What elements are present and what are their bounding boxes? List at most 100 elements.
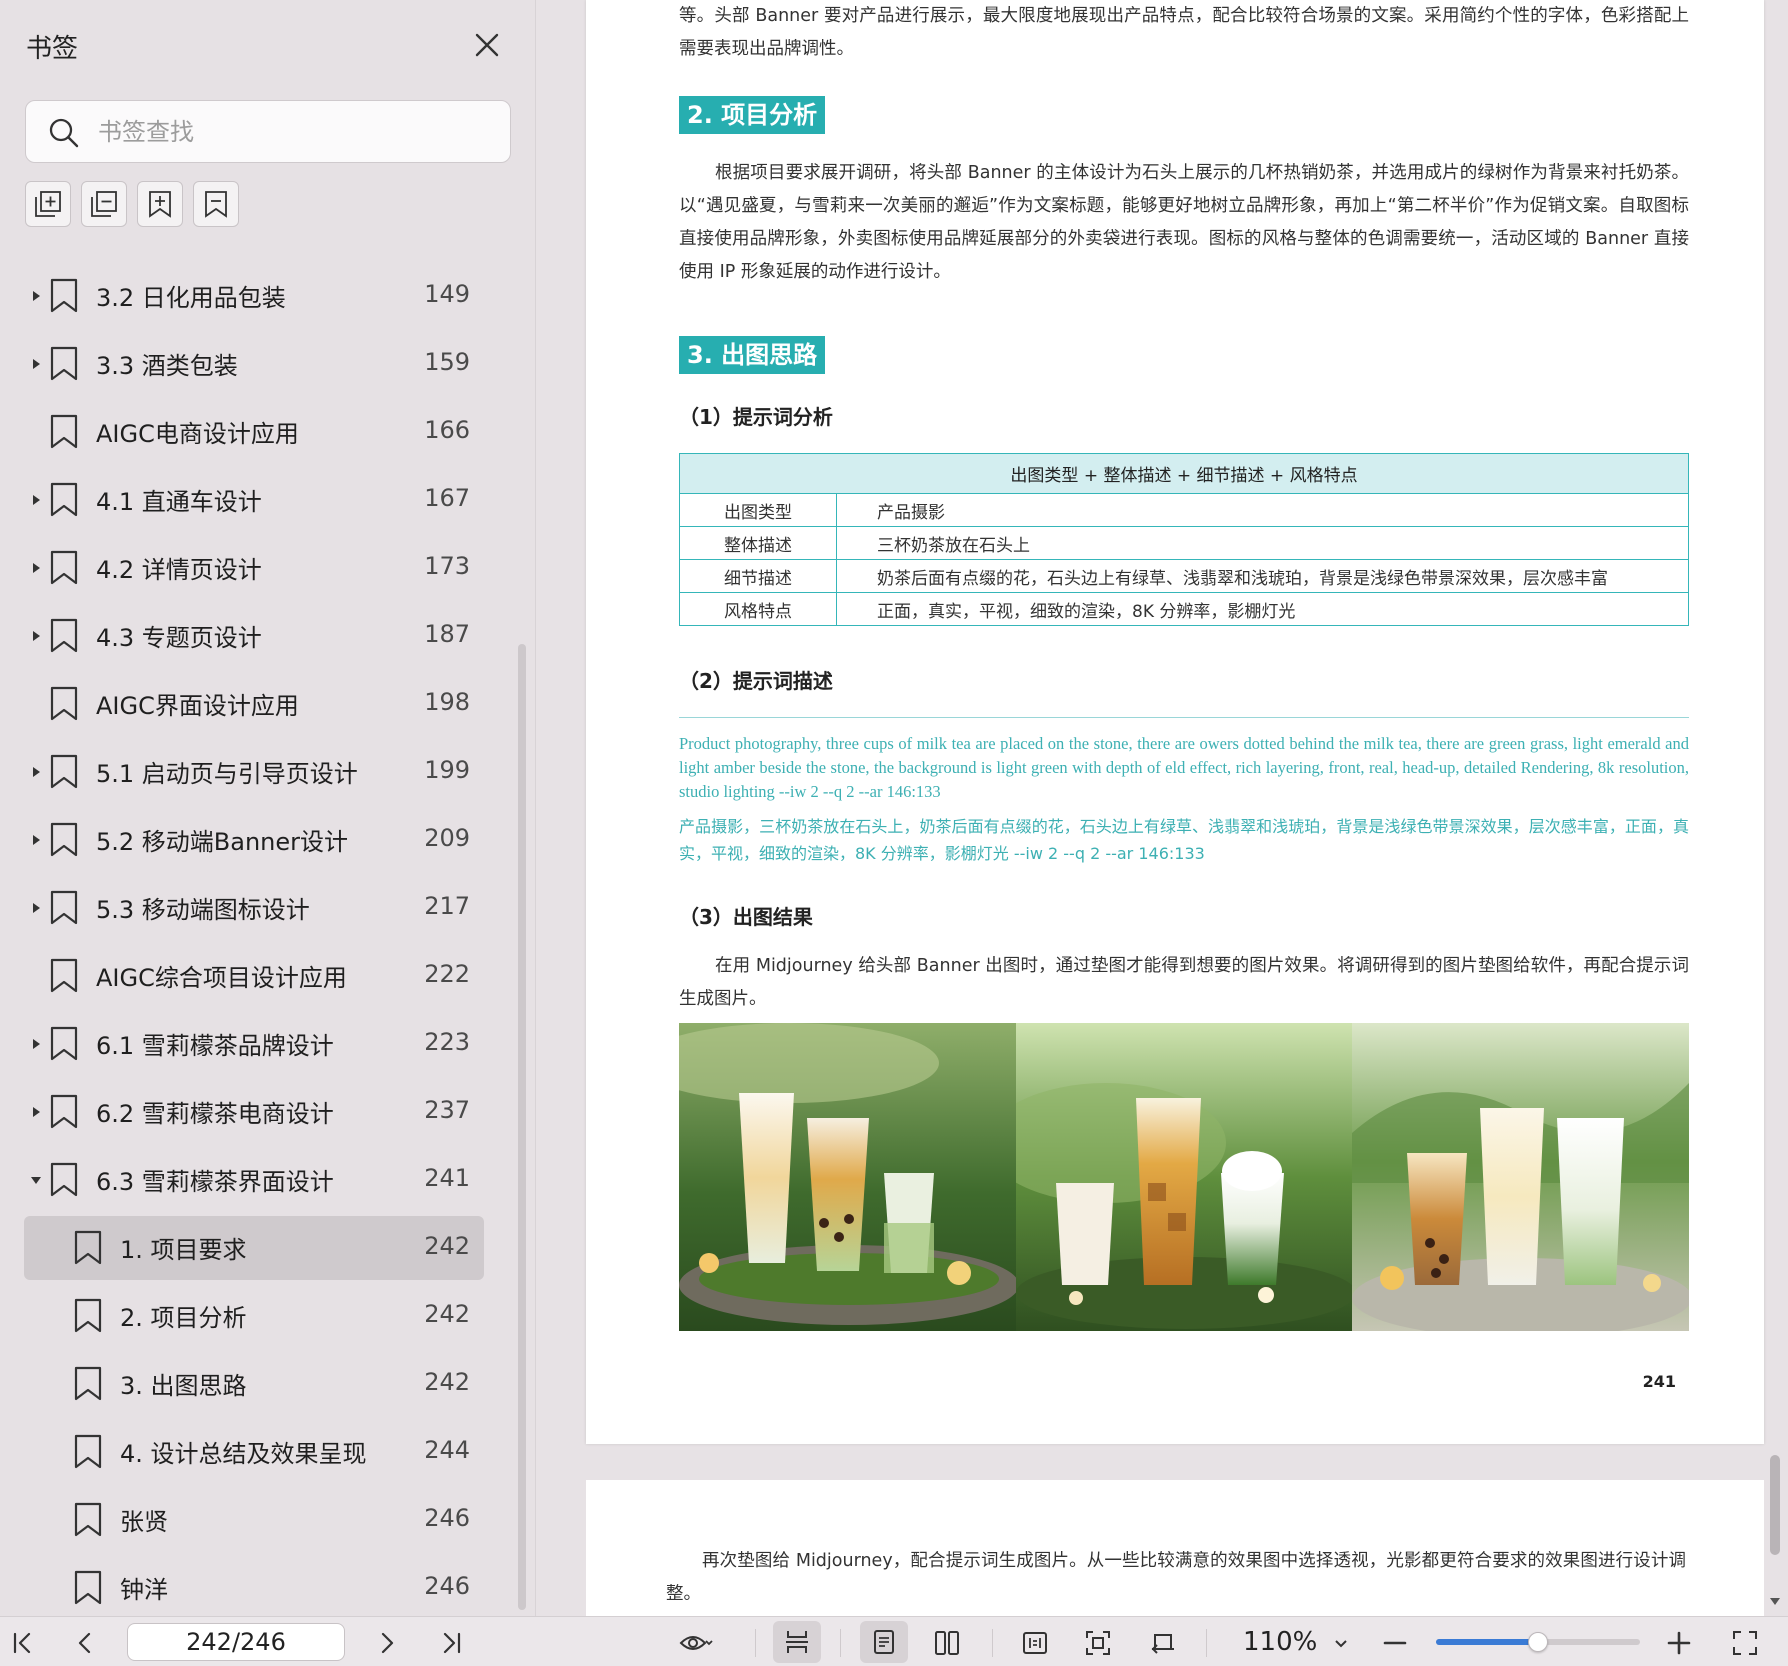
table-value-cell: 奶茶后面有点缀的花，石头边上有绿草、浅翡翠和浅琥珀，背景是浅绿色带景深效果，层次… — [836, 559, 1689, 593]
bookmark-search-box — [25, 100, 511, 163]
rotate-icon — [1151, 1634, 1174, 1654]
bookmark-item[interactable]: AIGC电商设计应用 166 — [0, 400, 510, 468]
first-page-button[interactable] — [6, 1626, 40, 1660]
caret-right-icon[interactable] — [29, 1104, 43, 1118]
caret-right-icon[interactable] — [29, 1036, 43, 1050]
last-page-button[interactable] — [434, 1626, 468, 1660]
bookmark-item[interactable]: 钟洋 246 — [0, 1556, 510, 1624]
next-page-paragraph: 再次垫图给 Midjourney，配合提示词生成图片。从一些比较满意的效果图中选… — [666, 1551, 1686, 1604]
previous-page-button[interactable] — [68, 1626, 102, 1660]
page-number-input[interactable] — [127, 1623, 345, 1661]
sidebar-title: 书签 — [26, 34, 79, 64]
bookmark-label: 6.1 雪莉檬茶品牌设计 — [96, 1032, 334, 1060]
result-images — [679, 1023, 1690, 1331]
zoom-slider[interactable] — [1436, 1632, 1640, 1652]
document-page-next: 再次垫图给 Midjourney，配合提示词生成图片。从一些比较满意的效果图中选… — [586, 1480, 1764, 1616]
bookmark-item[interactable]: AIGC综合项目设计应用 222 — [0, 944, 510, 1012]
table-value-cell: 正面，真实，平视，细致的渲染，8K 分辨率，影棚灯光 — [836, 592, 1689, 626]
caret-right-icon[interactable] — [29, 560, 43, 574]
single-page-button[interactable] — [860, 1621, 908, 1663]
bookmark-item[interactable]: AIGC界面设计应用 198 — [0, 672, 510, 740]
bookmark-page-number: 223 — [424, 1028, 470, 1056]
caret-right-icon[interactable] — [29, 492, 43, 506]
collapse-all-button[interactable] — [81, 181, 127, 227]
zoom-dropdown-button[interactable] — [1324, 1626, 1358, 1660]
sidebar-scrollbar[interactable] — [518, 644, 526, 1610]
bookmark-search-input[interactable] — [98, 111, 498, 153]
bookmark-item[interactable]: 5.2 移动端Banner设计 209 — [0, 808, 510, 876]
results-paragraph: 在用 Midjourney 给头部 Banner 出图时，通过垫图才能得到想要的… — [679, 956, 1689, 1009]
zoom-level[interactable]: 110% — [1243, 1627, 1317, 1657]
expand-all-button[interactable] — [25, 181, 71, 227]
bookmark-page-number: 209 — [424, 824, 470, 852]
bookmark-item[interactable]: 4.3 专题页设计 187 — [0, 604, 510, 672]
bookmark-label: 3.2 日化用品包装 — [96, 284, 286, 312]
bookmark-item[interactable]: 3.2 日化用品包装 149 — [0, 264, 510, 332]
zoom-in-button[interactable] — [1662, 1626, 1696, 1660]
fit-width-button[interactable] — [1018, 1626, 1052, 1660]
bookmark-item[interactable]: 4.1 直通车设计 167 — [0, 468, 510, 536]
fullscreen-button[interactable] — [1728, 1626, 1762, 1660]
bookmark-page-number: 246 — [424, 1572, 470, 1600]
bookmark-item[interactable]: 3.3 酒类包装 159 — [0, 332, 510, 400]
bookmark-item[interactable]: 4. 设计总结及效果呈现 244 — [0, 1420, 510, 1488]
table-value-cell: 产品摄影 — [836, 493, 1689, 527]
table-key-cell: 细节描述 — [679, 559, 837, 593]
scroll-down-arrow-icon[interactable] — [1769, 1592, 1781, 1605]
fit-page-button[interactable] — [1081, 1626, 1115, 1660]
bookmark-page-number: 199 — [424, 756, 470, 784]
rotate-button[interactable] — [1146, 1626, 1180, 1660]
caret-down-icon[interactable] — [29, 1172, 43, 1186]
bookmark-item[interactable]: 张贤 246 — [0, 1488, 510, 1556]
bookmark-item[interactable]: 5.1 启动页与引导页设计 199 — [0, 740, 510, 808]
caret-right-icon[interactable] — [29, 628, 43, 642]
prompt-analysis-table: 出图类型 + 整体描述 + 细节描述 + 风格特点 出图类型 产品摄影 整体描述 三杯… — [679, 453, 1689, 626]
bookmark-item[interactable]: 1. 项目要求 242 — [0, 1216, 510, 1284]
bookmark-icon — [73, 1298, 103, 1334]
next-page-button[interactable] — [370, 1626, 404, 1660]
bookmark-icon — [49, 550, 79, 586]
bookmark-label: 5.3 移动端图标设计 — [96, 896, 310, 924]
bookmark-icon — [49, 1026, 79, 1062]
close-icon[interactable] — [470, 28, 504, 62]
bookmark-item[interactable]: 6.3 雪莉檬茶界面设计 241 — [0, 1148, 510, 1216]
bookmark-icon — [49, 754, 79, 790]
divider — [679, 717, 1689, 718]
bookmark-item[interactable]: 5.3 移动端图标设计 217 — [0, 876, 510, 944]
bookmark-add-icon — [149, 191, 171, 218]
bookmark-item[interactable]: 3. 出图思路 242 — [0, 1352, 510, 1420]
caret-right-icon[interactable] — [29, 832, 43, 846]
add-bookmark-button[interactable] — [137, 181, 183, 227]
remove-bookmark-button[interactable] — [193, 181, 239, 227]
bookmark-label: AIGC综合项目设计应用 — [96, 964, 347, 992]
two-page-button[interactable] — [930, 1626, 964, 1660]
bookmark-page-number: 159 — [424, 348, 470, 376]
document-scrollbar[interactable] — [1770, 1455, 1780, 1555]
bookmark-tools — [25, 181, 239, 229]
bookmark-page-number: 167 — [424, 484, 470, 512]
caret-right-icon[interactable] — [29, 356, 43, 370]
bookmark-label: AIGC界面设计应用 — [96, 692, 299, 720]
bookmark-item[interactable]: 6.1 雪莉檬茶品牌设计 223 — [0, 1012, 510, 1080]
toolbar-divider — [992, 1629, 993, 1657]
bookmark-icon — [49, 822, 79, 858]
prompt-english: Product photography, three cups of milk … — [679, 734, 1689, 801]
view-mode-dropdown[interactable] — [664, 1626, 728, 1660]
bookmark-label: 5.2 移动端Banner设计 — [96, 828, 349, 856]
bookmark-label: 6.3 雪莉檬茶界面设计 — [96, 1168, 334, 1196]
caret-right-icon[interactable] — [29, 764, 43, 778]
caret-right-icon[interactable] — [29, 900, 43, 914]
bookmark-item[interactable]: 6.2 雪莉檬茶电商设计 237 — [0, 1080, 510, 1148]
search-icon — [48, 117, 80, 149]
continuous-scroll-button[interactable] — [773, 1621, 821, 1663]
zoom-slider-thumb[interactable] — [1528, 1632, 1548, 1652]
bookmark-item[interactable]: 2. 项目分析 242 — [0, 1284, 510, 1352]
zoom-out-button[interactable] — [1378, 1626, 1412, 1660]
minus-icon — [1383, 1641, 1407, 1645]
bookmark-page-number: 246 — [424, 1504, 470, 1532]
bookmark-label: 钟洋 — [120, 1576, 168, 1604]
bookmark-icon — [49, 482, 79, 518]
caret-right-icon[interactable] — [29, 288, 43, 302]
bookmark-item[interactable]: 4.2 详情页设计 173 — [0, 536, 510, 604]
table-row: 出图类型 产品摄影 — [679, 493, 1689, 527]
